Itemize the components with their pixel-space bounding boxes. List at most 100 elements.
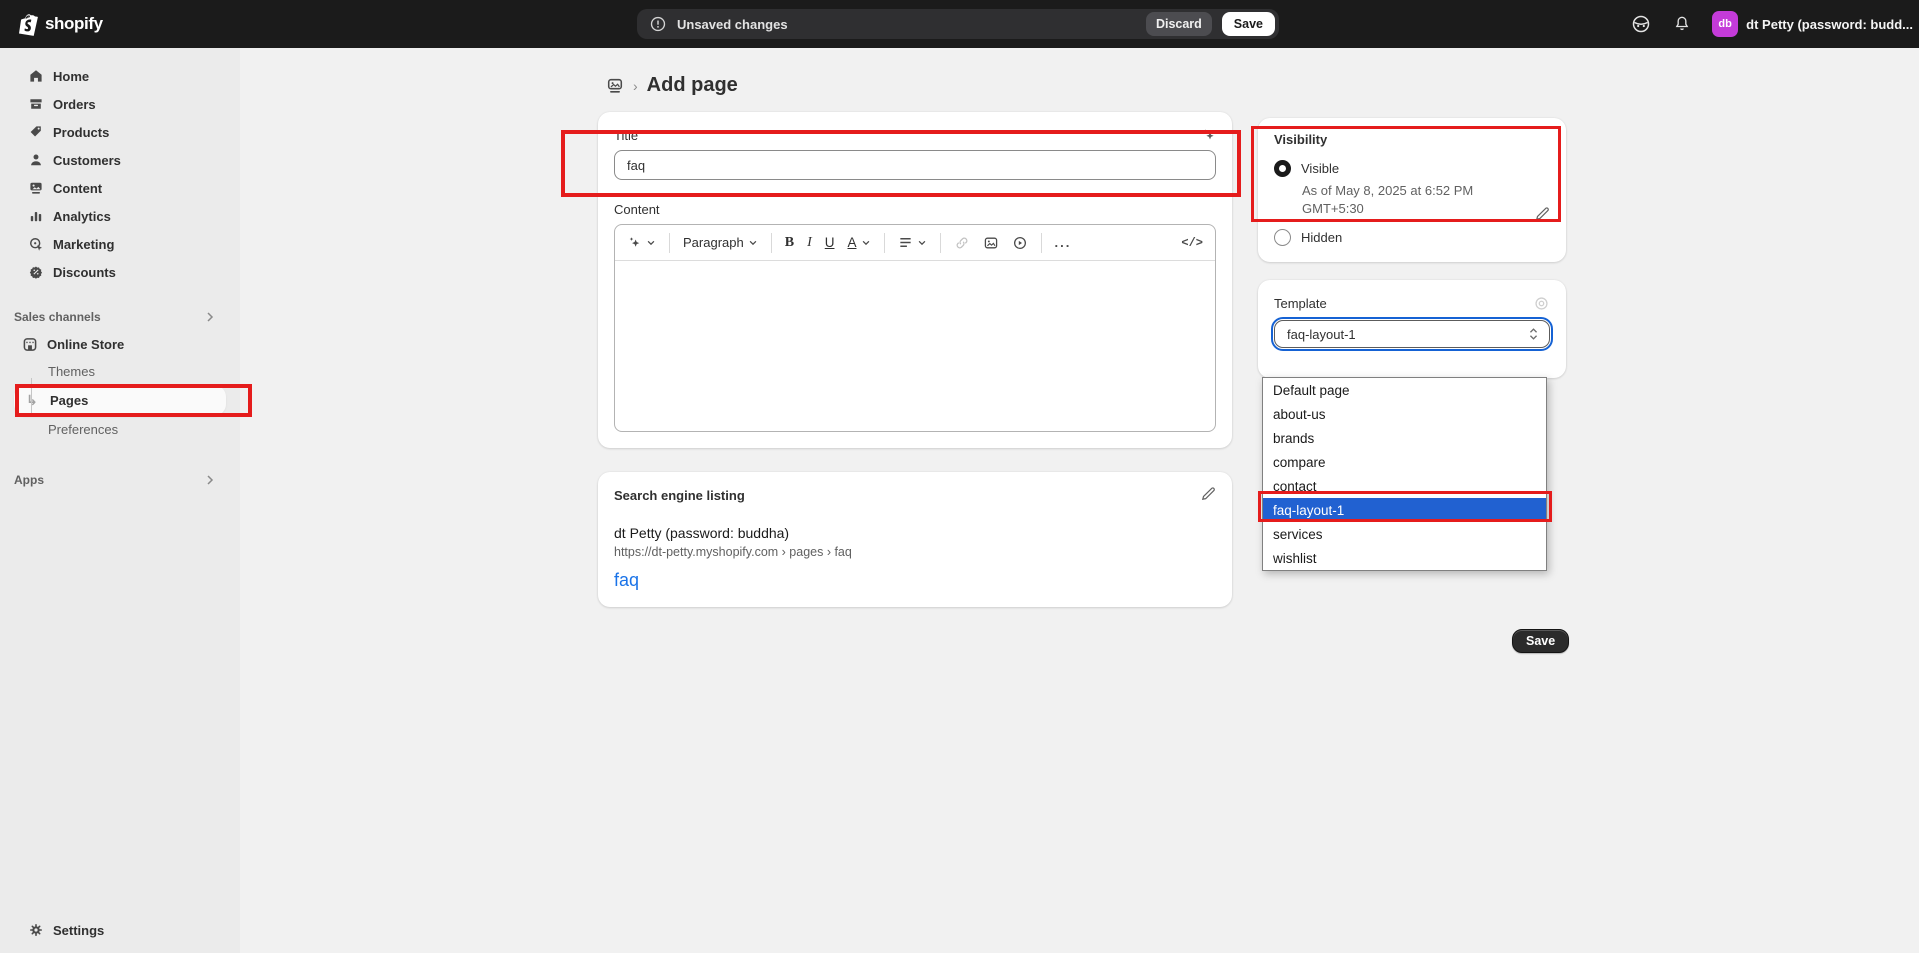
topbar: shopify Unsaved changes Discard Save db … bbox=[0, 0, 1919, 48]
bar-chart-icon bbox=[28, 208, 44, 224]
toolbar-divider bbox=[669, 233, 670, 253]
paragraph-style-dropdown[interactable]: Paragraph bbox=[683, 235, 758, 250]
more-options-button[interactable]: ... bbox=[1055, 235, 1072, 250]
paragraph-label: Paragraph bbox=[683, 235, 744, 250]
sidebar-item-discounts[interactable]: Discounts bbox=[14, 258, 226, 286]
editor-body[interactable] bbox=[615, 261, 1215, 432]
apps-header[interactable]: Apps bbox=[14, 467, 226, 493]
ai-sparkle-button[interactable] bbox=[627, 235, 656, 250]
hidden-label: Hidden bbox=[1301, 230, 1342, 245]
insert-image-button[interactable] bbox=[983, 235, 999, 251]
sidebar-item-themes[interactable]: Themes bbox=[14, 358, 226, 385]
pencil-icon[interactable] bbox=[1534, 206, 1550, 222]
radio-unselected-icon[interactable] bbox=[1274, 229, 1291, 246]
main-column: Title Content Paragraph B I U bbox=[598, 112, 1232, 607]
sidebar-item-label: Content bbox=[53, 181, 102, 196]
target-icon bbox=[28, 236, 44, 252]
discount-icon bbox=[28, 264, 44, 280]
save-button-top[interactable]: Save bbox=[1222, 12, 1275, 36]
text-color-button[interactable]: A bbox=[847, 235, 870, 250]
shopify-bag-icon bbox=[18, 13, 39, 36]
sidebar: Home Orders Products Customers Content A… bbox=[0, 48, 240, 953]
template-select[interactable]: faq-layout-1 bbox=[1274, 320, 1550, 348]
code-view-button[interactable]: </> bbox=[1181, 236, 1203, 250]
shopify-wordmark: shopify bbox=[45, 14, 103, 34]
orders-icon bbox=[28, 96, 44, 112]
dropdown-option[interactable]: compare bbox=[1263, 450, 1546, 474]
seo-result-link[interactable]: faq bbox=[614, 570, 1216, 591]
bold-button[interactable]: B bbox=[785, 235, 794, 251]
sidebar-item-label: Marketing bbox=[53, 237, 114, 252]
unsaved-changes-label: Unsaved changes bbox=[677, 17, 1136, 32]
chevron-down-icon bbox=[917, 238, 927, 248]
bell-icon[interactable] bbox=[1672, 14, 1692, 34]
sidebar-item-pages[interactable]: ↳ Pages bbox=[14, 385, 226, 416]
sidebar-item-online-store[interactable]: Online Store bbox=[14, 330, 226, 358]
seo-site-title: dt Petty (password: buddha) bbox=[614, 525, 1216, 541]
toolbar-divider bbox=[884, 233, 885, 253]
sales-channels-header[interactable]: Sales channels bbox=[14, 304, 226, 330]
sales-channels-group: Online Store Themes ↳ Pages Preferences bbox=[14, 330, 226, 443]
dropdown-option[interactable]: services bbox=[1263, 522, 1546, 546]
seo-card: Search engine listing dt Petty (password… bbox=[598, 472, 1232, 607]
sidekick-icon[interactable] bbox=[1630, 13, 1652, 35]
sparkle-icon[interactable] bbox=[1200, 127, 1216, 143]
home-icon bbox=[28, 68, 44, 84]
gear-icon bbox=[28, 922, 44, 938]
sidebar-item-label: Analytics bbox=[53, 209, 111, 224]
title-input[interactable] bbox=[614, 150, 1216, 180]
page-title: Add page bbox=[647, 74, 738, 97]
toolbar-divider bbox=[1041, 233, 1042, 253]
account-name: dt Petty (password: budd... bbox=[1746, 17, 1913, 32]
insert-video-button[interactable] bbox=[1012, 235, 1028, 251]
rich-text-editor: Paragraph B I U A bbox=[614, 224, 1216, 432]
corner-arrow-icon: ↳ bbox=[26, 393, 46, 409]
shopify-logo[interactable]: shopify bbox=[18, 0, 103, 48]
dropdown-option[interactable]: brands bbox=[1263, 426, 1546, 450]
pencil-icon[interactable] bbox=[1200, 486, 1216, 502]
sidebar-item-preferences[interactable]: Preferences bbox=[14, 416, 226, 443]
account-menu[interactable]: db dt Petty (password: budd... bbox=[1712, 11, 1913, 37]
sidebar-item-customers[interactable]: Customers bbox=[14, 146, 226, 174]
seo-heading: Search engine listing bbox=[614, 488, 1216, 503]
dropdown-option[interactable]: contact bbox=[1263, 474, 1546, 498]
save-button-bottom[interactable]: Save bbox=[1512, 629, 1569, 653]
visible-radio-row[interactable]: Visible bbox=[1274, 160, 1550, 177]
select-updown-icon bbox=[1528, 327, 1539, 341]
sidebar-item-label: Customers bbox=[53, 153, 121, 168]
hidden-radio-row[interactable]: Hidden bbox=[1274, 229, 1550, 246]
sidebar-item-marketing[interactable]: Marketing bbox=[14, 230, 226, 258]
dropdown-option[interactable]: about-us bbox=[1263, 402, 1546, 426]
toolbar-divider bbox=[771, 233, 772, 253]
visibility-heading: Visibility bbox=[1274, 132, 1550, 147]
sidebar-item-orders[interactable]: Orders bbox=[14, 90, 226, 118]
alignment-button[interactable] bbox=[898, 235, 927, 250]
sidebar-item-content[interactable]: Content bbox=[14, 174, 226, 202]
dropdown-option-selected[interactable]: faq-layout-1 bbox=[1263, 498, 1546, 522]
underline-button[interactable]: U bbox=[825, 235, 835, 250]
tag-icon bbox=[28, 124, 44, 140]
toolbar-divider bbox=[940, 233, 941, 253]
sidebar-item-home[interactable]: Home bbox=[14, 62, 226, 90]
page-icon[interactable] bbox=[606, 77, 624, 95]
sidebar-item-products[interactable]: Products bbox=[14, 118, 226, 146]
image-icon bbox=[28, 180, 44, 196]
dropdown-option[interactable]: wishlist bbox=[1263, 546, 1546, 570]
template-dropdown: Default page about-us brands compare con… bbox=[1262, 377, 1547, 571]
sidebar-item-label: Themes bbox=[48, 364, 95, 379]
breadcrumb-separator: › bbox=[633, 78, 638, 94]
discard-button[interactable]: Discard bbox=[1146, 12, 1212, 36]
sidebar-item-settings[interactable]: Settings bbox=[14, 916, 226, 944]
content-label: Content bbox=[614, 202, 660, 217]
dropdown-option[interactable]: Default page bbox=[1263, 378, 1546, 402]
sidebar-item-analytics[interactable]: Analytics bbox=[14, 202, 226, 230]
tree-connector-line bbox=[31, 378, 32, 416]
sidebar-item-label: Home bbox=[53, 69, 89, 84]
visible-schedule-note: As of May 8, 2025 at 6:52 PM GMT+5:30 bbox=[1302, 182, 1510, 218]
italic-button[interactable]: I bbox=[807, 235, 812, 251]
chevron-right-icon bbox=[204, 474, 216, 486]
chevron-down-icon bbox=[861, 238, 871, 248]
editor-toolbar: Paragraph B I U A bbox=[615, 225, 1215, 261]
radio-selected-icon[interactable] bbox=[1274, 160, 1291, 177]
unsaved-changes-bar: Unsaved changes Discard Save bbox=[637, 9, 1279, 39]
